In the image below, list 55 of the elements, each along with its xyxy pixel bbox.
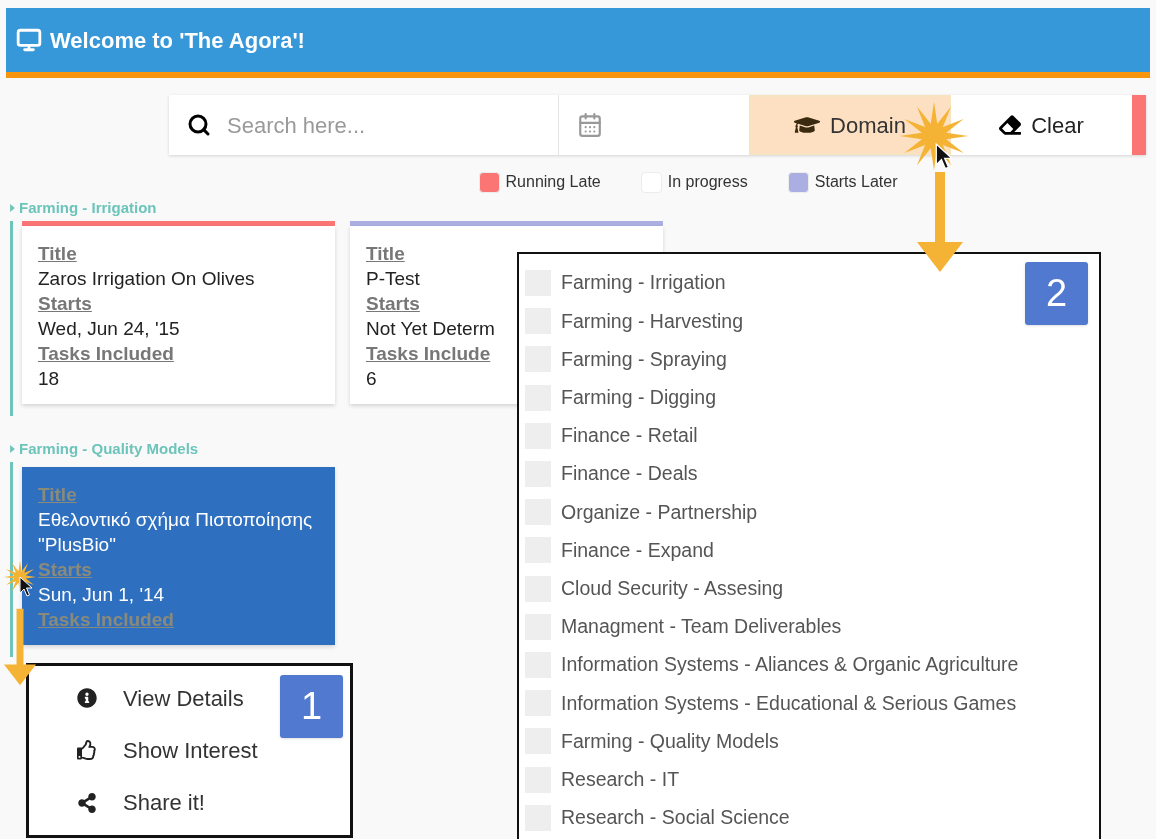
- field-value: Not Yet Determ: [366, 317, 495, 341]
- menu-item[interactable]: Share it!: [77, 786, 205, 820]
- field-label: Tasks Included: [38, 608, 174, 632]
- calendar-icon: [577, 112, 603, 138]
- field-label: Tasks Include: [366, 342, 491, 366]
- domain-option[interactable]: Finance - Deals: [561, 459, 698, 489]
- domain-option[interactable]: Managment - Team Deliverables: [561, 612, 842, 642]
- monitor-icon: [16, 27, 42, 53]
- cursor-icon: [935, 142, 953, 172]
- domain-option[interactable]: Information Systems - Educational & Serious Games: [561, 688, 1017, 718]
- field-label: Starts: [366, 292, 420, 316]
- callout-number: 1: [280, 675, 343, 738]
- thumbs-up-icon: [77, 740, 97, 761]
- project-card[interactable]: Title Εθελοντικό σχήμα Πιστοποίησης "PlusBio" Starts Sun, Jun 1, '14 Tasks Included: [22, 467, 335, 645]
- info-icon: [77, 688, 97, 709]
- search-field[interactable]: Search here...: [169, 95, 559, 155]
- field-label: Title: [38, 242, 77, 266]
- field-label: Tasks Included: [38, 342, 174, 366]
- callout-number: 2: [1025, 262, 1088, 325]
- field-value: P-Test: [366, 267, 420, 291]
- caret-icon: [10, 445, 15, 453]
- domain-option[interactable]: Information Systems - Aliances & Organic Agriculture: [561, 650, 1019, 680]
- field-value: 18: [38, 367, 60, 391]
- eraser-icon: [999, 114, 1022, 136]
- domain-option[interactable]: Research - Social Science: [561, 803, 790, 833]
- caret-icon: [10, 204, 15, 212]
- page-title: Welcome to 'The Agora'!: [50, 26, 305, 55]
- field-label: Title: [38, 483, 77, 507]
- domain-button[interactable]: Domain: [749, 95, 951, 155]
- field-value: Zaros Irrigation On Olives: [38, 267, 255, 291]
- search-input[interactable]: Search here...: [227, 108, 540, 142]
- field-value: Sun, Jun 1, '14: [38, 583, 165, 607]
- field-value: Wed, Jun 24, '15: [38, 317, 180, 341]
- domain-option[interactable]: Finance - Expand: [561, 535, 714, 566]
- legend-label: Starts Later: [814, 172, 898, 192]
- menu-item[interactable]: Show Interest: [77, 734, 258, 767]
- status-strip: [1132, 95, 1146, 155]
- domain-option[interactable]: Organize - Partnership: [561, 497, 758, 527]
- field-label: Starts: [38, 558, 92, 582]
- domain-option[interactable]: Farming - Quality Models: [561, 726, 779, 756]
- project-card[interactable]: Title Zaros Irrigation On Olives Starts Wed, Jun 24, '15 Tasks Included 18: [22, 226, 335, 404]
- clear-button[interactable]: Clear: [951, 95, 1132, 155]
- legend-label: Running Late: [505, 172, 601, 192]
- field-label: Title: [366, 242, 405, 266]
- search-icon: [187, 113, 211, 137]
- field-value: Εθελοντικό σχήμα Πιστοποίησης "PlusBio": [38, 508, 314, 557]
- domain-option[interactable]: Cloud Security - Assesing: [561, 573, 784, 604]
- field-label: Starts: [38, 292, 92, 316]
- menu-item[interactable]: View Details: [77, 681, 244, 715]
- domain-option[interactable]: Finance - Retail: [561, 421, 698, 451]
- legend-label: In progress: [667, 172, 748, 192]
- field-value: 6: [366, 367, 377, 391]
- share-icon: [77, 792, 97, 813]
- domain-option[interactable]: Research - IT: [561, 764, 680, 795]
- cursor-icon: [19, 576, 33, 598]
